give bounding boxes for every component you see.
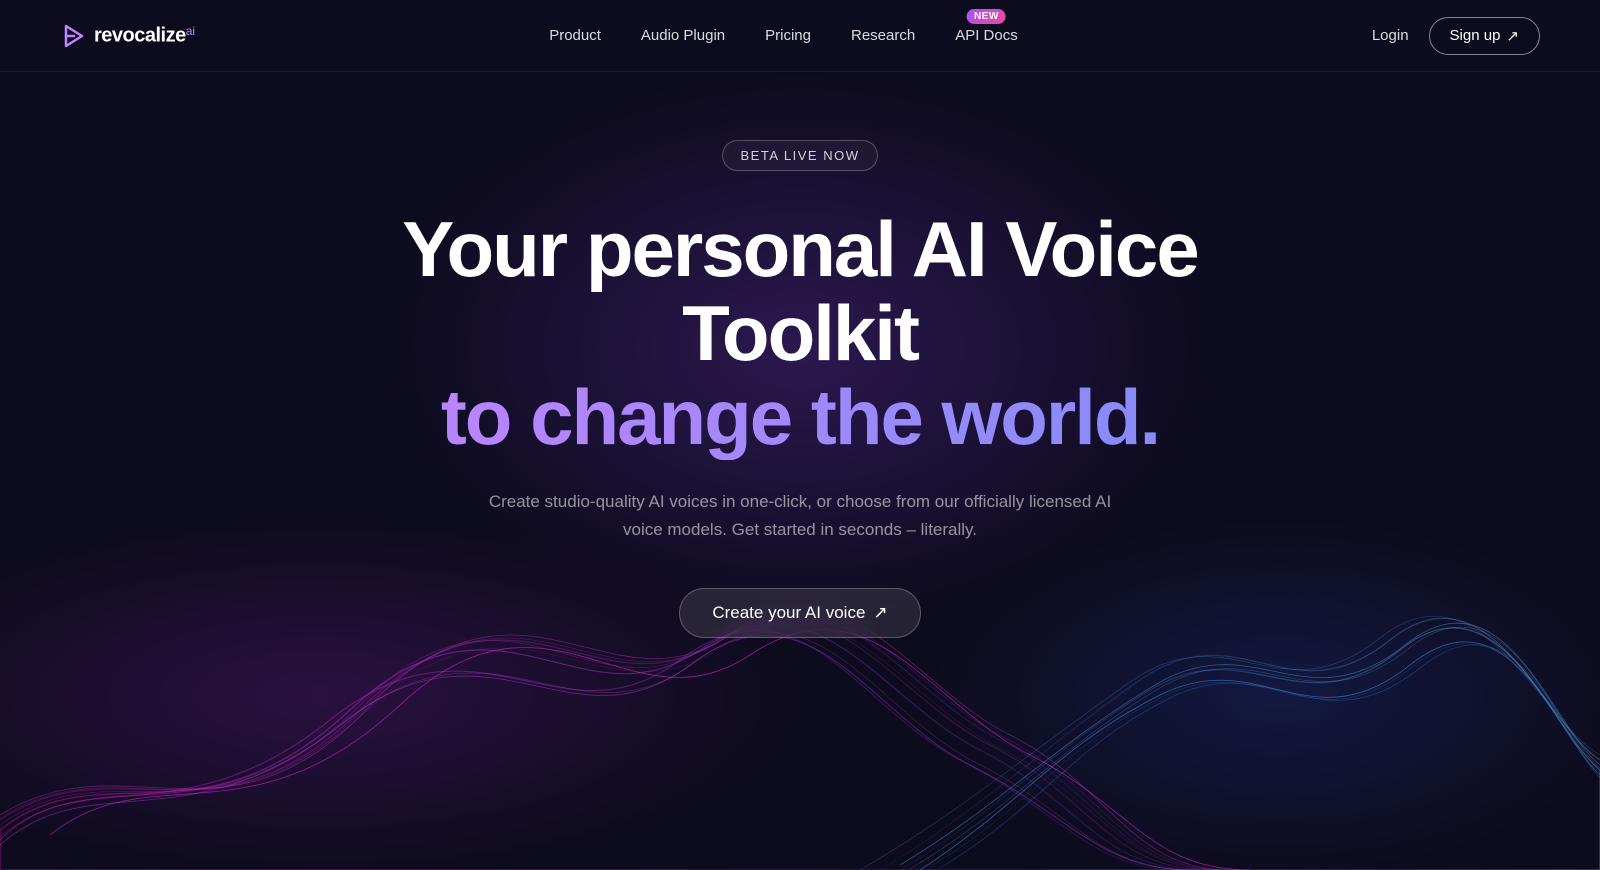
hero-subtitle: Create studio-quality AI voices in one-c… — [480, 488, 1120, 544]
nav-actions: Login Sign up ↗ — [1372, 17, 1540, 55]
hero-title: Your personal AI Voice Toolkit to change… — [350, 207, 1250, 460]
beta-badge: BETA LIVE NOW — [722, 140, 879, 171]
logo-icon — [60, 22, 88, 50]
nav-links: Product Audio Plugin Pricing Research NE… — [549, 27, 1018, 45]
cta-button[interactable]: Create your AI voice ↗ — [679, 588, 920, 638]
cta-label: Create your AI voice — [712, 603, 865, 623]
hero-section: BETA LIVE NOW Your personal AI Voice Too… — [0, 72, 1600, 638]
navbar: revocalizeai Product Audio Plugin Pricin… — [0, 0, 1600, 72]
signup-button[interactable]: Sign up ↗ — [1429, 17, 1540, 55]
nav-item-audio-plugin[interactable]: Audio Plugin — [641, 27, 725, 44]
nav-item-pricing[interactable]: Pricing — [765, 27, 811, 44]
nav-item-api-docs[interactable]: API Docs — [955, 27, 1018, 44]
nav-item-product[interactable]: Product — [549, 27, 601, 44]
logo-text: revocalizeai — [94, 24, 195, 47]
logo-link[interactable]: revocalizeai — [60, 22, 195, 50]
hero-title-line1: Your personal AI Voice Toolkit — [350, 207, 1250, 375]
hero-title-line2: to change the world. — [350, 375, 1250, 459]
nav-item-research[interactable]: Research — [851, 27, 915, 44]
new-badge: NEW — [967, 9, 1006, 24]
login-button[interactable]: Login — [1372, 27, 1409, 44]
signup-arrow-icon: ↗ — [1506, 27, 1519, 45]
cta-arrow-icon: ↗ — [873, 603, 887, 623]
